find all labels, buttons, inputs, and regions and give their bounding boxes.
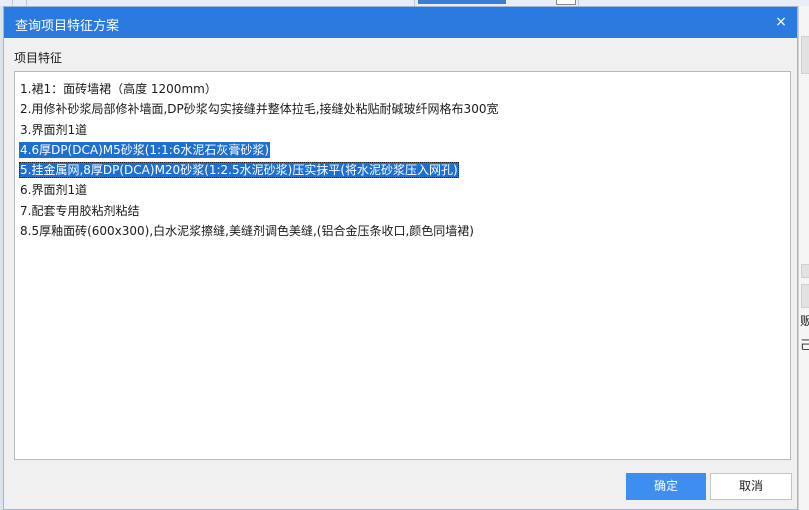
feature-line-text: 1.裙1：面砖墙裙（高度 1200mm）: [20, 82, 217, 96]
background-glyph: 贩: [800, 314, 809, 328]
feature-line: 5.挂金属网,8厚DP(DCA)M20砂浆(1:2.5水泥砂浆)压实抹平(将水泥…: [19, 160, 790, 180]
feature-line: 6.界面剂1道: [19, 180, 790, 200]
feature-line: 7.配套专用胶粘剂粘结: [19, 201, 790, 221]
background-scroll-segment: [801, 284, 809, 308]
background-scroll-segment: [801, 36, 809, 74]
feature-line-text: 7.配套专用胶粘剂粘结: [20, 203, 140, 218]
section-label: 项目特征: [14, 51, 63, 65]
feature-line: 2.用修补砂浆局部修补墙面,DP砂浆勾实接缝并整体拉毛,接缝处粘贴耐碱玻纤网格布…: [19, 99, 790, 119]
feature-line-text: 4.6厚DP(DCA)M5砂浆(1:1:6水泥石灰膏砂浆): [19, 141, 271, 158]
feature-line: 4.6厚DP(DCA)M5砂浆(1:1:6水泥石灰膏砂浆): [19, 140, 790, 160]
feature-line: 8.5厚釉面砖(600x300),白水泥浆擦缝,美缝剂调色美缝,(铝合金压条收口…: [19, 221, 790, 241]
background-scroll-segment: [801, 264, 809, 278]
feature-line-text: 5.挂金属网,8厚DP(DCA)M20砂浆(1:2.5水泥砂浆)压实抹平(将水泥…: [19, 162, 459, 179]
background-glyph: 己: [800, 338, 809, 352]
feature-text-area[interactable]: 1.裙1：面砖墙裙（高度 1200mm） 2.用修补砂浆局部修补墙面,DP砂浆勾实…: [14, 71, 791, 460]
feature-line: 3.界面剂1道: [19, 120, 790, 140]
cancel-button[interactable]: 取消: [710, 473, 792, 500]
background-selected-cell: [418, 0, 506, 4]
close-icon[interactable]: ×: [771, 12, 791, 32]
ok-button[interactable]: 确定: [626, 473, 706, 500]
feature-line-text: 2.用修补砂浆局部修补墙面,DP砂浆勾实接缝并整体拉毛,接缝处粘贴耐碱玻纤网格布…: [20, 102, 499, 117]
background-cell-button: [556, 0, 576, 5]
feature-line-text: 3.界面剂1道: [20, 122, 88, 137]
query-feature-dialog: 查询项目特征方案 × 项目特征 1.裙1：面砖墙裙（高度 1200mm） 2.用修…: [3, 6, 798, 510]
feature-line-text: 8.5厚釉面砖(600x300),白水泥浆擦缝,美缝剂调色美缝,(铝合金压条收口…: [20, 224, 474, 239]
background-right-panel: 贩 己: [798, 6, 809, 510]
feature-line: 1.裙1：面砖墙裙（高度 1200mm）: [19, 79, 790, 99]
dialog-title: 查询项目特征方案: [15, 19, 120, 34]
feature-line-text: 6.界面剂1道: [20, 183, 88, 198]
dialog-titlebar[interactable]: 查询项目特征方案 ×: [4, 7, 797, 38]
